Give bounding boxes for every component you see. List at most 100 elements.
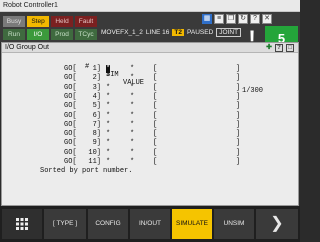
row-bracket-close: ] — [236, 74, 241, 83]
row-label: GO[ — [64, 148, 77, 157]
row-index: 10] — [88, 148, 101, 157]
table-row[interactable]: GO[2] * * [] — [2, 74, 298, 84]
window-title: Robot Controller1 — [0, 0, 300, 12]
menu-grid-button[interactable] — [2, 209, 42, 239]
row-sim[interactable]: * — [106, 65, 111, 73]
status-fault: Fault — [75, 16, 97, 27]
row-bracket-open: [ — [153, 148, 158, 157]
row-sim[interactable]: * — [106, 149, 110, 157]
row-sim[interactable]: * — [106, 112, 110, 120]
row-value[interactable]: * — [130, 74, 134, 82]
next-page-arrow-icon[interactable]: ❯ — [256, 209, 298, 239]
row-bracket-open: [ — [153, 92, 158, 101]
row-bracket-close: ] — [236, 158, 241, 166]
row-sim[interactable]: * — [106, 121, 110, 129]
row-sim[interactable]: * — [106, 158, 110, 166]
plus-icon[interactable]: ✚ — [266, 43, 272, 53]
row-index: 9] — [92, 139, 101, 148]
row-bracket-close: ] — [236, 102, 241, 111]
row-bracket-open: [ — [153, 74, 158, 83]
row-label: GO[ — [64, 130, 77, 139]
unsim-button[interactable]: UNSIM — [214, 209, 254, 239]
row-sim[interactable]: * — [106, 84, 110, 92]
row-bracket-close: ] — [236, 120, 241, 129]
row-index: 4] — [92, 92, 101, 101]
run-state: PAUSED — [187, 29, 214, 36]
help-icon[interactable]: ? — [275, 44, 283, 52]
close-icon[interactable]: ✕ — [262, 14, 272, 24]
row-sim[interactable]: * — [106, 93, 110, 101]
row-bracket-open: [ — [153, 130, 158, 139]
row-index: 3] — [92, 83, 101, 92]
program-name: MOVEFX_1_2 — [101, 29, 143, 36]
row-bracket-open: [ — [153, 120, 158, 129]
sort-note: Sorted by port number. — [40, 167, 133, 175]
row-value[interactable]: * — [130, 93, 134, 101]
row-bracket-open: [ — [153, 139, 158, 148]
row-bracket-close: ] — [236, 111, 241, 120]
status-hold: Held — [51, 16, 73, 27]
mode-badge: T2 — [172, 29, 185, 36]
row-label: GO[ — [64, 111, 77, 120]
row-index: 7] — [92, 120, 101, 129]
row-bracket-close: ] — [236, 83, 241, 92]
table-row[interactable]: GO[ 10] * * [] — [2, 149, 298, 159]
row-bracket-close: ] — [236, 139, 241, 148]
refresh-icon[interactable]: ↻ — [238, 14, 248, 24]
row-bracket-open: [ — [153, 65, 158, 73]
row-index: 8] — [92, 130, 101, 139]
table-row[interactable]: GO[5] * * [] — [2, 102, 298, 112]
status-busy: Busy — [3, 16, 25, 27]
row-value[interactable]: * — [130, 121, 134, 129]
table-row[interactable]: GO[ 8] * * [] — [2, 130, 298, 140]
config-button[interactable]: CONFIG — [88, 209, 128, 239]
row-sim[interactable]: * — [106, 74, 110, 82]
table-row[interactable]: GO[7] * * [] — [2, 121, 298, 131]
table-row[interactable]: GO[ 9] * * [] — [2, 139, 298, 149]
program-status-line: MOVEFX_1_2 LINE 16 T2 PAUSED JOINT — [101, 28, 242, 37]
row-value[interactable]: * — [130, 158, 134, 166]
row-index: 1] — [92, 65, 101, 73]
row-label: GO[ — [64, 139, 77, 148]
row-bracket-close: ] — [236, 65, 241, 73]
table-row[interactable]: GO[6] * * [] — [2, 112, 298, 122]
row-value[interactable]: * — [130, 139, 134, 147]
maximize-icon[interactable]: □ — [286, 44, 294, 52]
row-value[interactable]: * — [130, 130, 134, 138]
row-label: GO[ — [64, 65, 77, 73]
row-sim[interactable]: * — [106, 130, 110, 138]
grid-icon[interactable]: ▦ — [202, 14, 212, 24]
status-bar: Busy Step Held Fault Run I/O Prod TCyc ▦… — [0, 12, 300, 52]
row-index: 2] — [92, 74, 101, 83]
list-icon[interactable]: ≡ — [214, 14, 224, 24]
table-row[interactable]: GO[3] * * [] — [2, 84, 298, 94]
status-prod: Prod — [51, 29, 73, 40]
row-label: GO[ — [64, 83, 77, 92]
row-bracket-open: [ — [153, 111, 158, 120]
status-tcyc: TCyc — [75, 29, 97, 40]
type-button[interactable]: [ TYPE ] — [44, 209, 86, 239]
grid-icon — [16, 218, 28, 230]
io-screen: I/O Group Out ✚ ? □ # SIM VALUE 1/300 GO… — [1, 42, 299, 206]
row-value[interactable]: * — [130, 65, 134, 73]
screen-icons: ✚ ? □ — [266, 43, 294, 53]
row-bracket-close: ] — [236, 148, 241, 157]
help-icon[interactable]: ? — [250, 14, 260, 24]
row-sim[interactable]: * — [106, 102, 110, 110]
restore-icon[interactable]: ❐ — [226, 14, 236, 24]
row-bracket-close: ] — [236, 130, 241, 139]
row-value[interactable]: * — [130, 112, 134, 120]
row-value[interactable]: * — [130, 84, 134, 92]
row-index: 11] — [88, 158, 101, 166]
simulate-button[interactable]: SIMULATE — [172, 209, 212, 239]
table-row[interactable]: GO[ 1] * * [] — [2, 65, 298, 75]
row-value[interactable]: * — [130, 102, 134, 110]
row-bracket-open: [ — [153, 158, 158, 166]
row-sim[interactable]: * — [106, 139, 110, 147]
row-index: 5] — [92, 102, 101, 111]
in-out-button[interactable]: IN/OUT — [130, 209, 170, 239]
coord-system[interactable]: JOINT — [216, 28, 242, 37]
table-row[interactable]: GO[4] * * [] — [2, 93, 298, 103]
screen-title-bar: I/O Group Out ✚ ? □ — [2, 43, 298, 53]
row-value[interactable]: * — [130, 149, 134, 157]
